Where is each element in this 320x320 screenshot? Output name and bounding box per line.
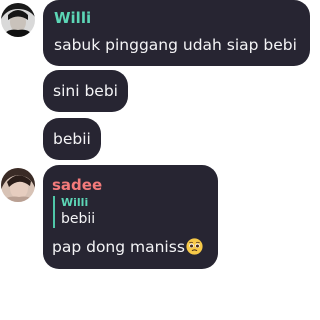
message-text-row: pap dong maniss [52,237,203,257]
message-text: pap dong maniss [52,238,185,256]
sender-name-sadee[interactable]: sadee [52,176,102,194]
message-text: bebii [53,130,91,148]
message-text: sabuk pinggang udah siap bebi [54,36,297,54]
reply-text: bebii [61,211,96,227]
avatar-sadee[interactable] [1,168,35,202]
message-bubble[interactable]: sadee Willi bebii pap dong maniss [43,165,218,269]
pleading-face-emoji [186,238,203,255]
profile-photo-icon [1,3,35,37]
avatar-willi[interactable] [1,3,35,37]
message-bubble[interactable]: Willi sabuk pinggang udah siap bebi [43,0,310,66]
profile-photo-icon [1,168,35,202]
reply-sender-name: Willi [61,196,89,209]
reply-quote[interactable]: Willi bebii [53,196,95,228]
message-bubble[interactable]: bebii [43,118,101,160]
sender-name-willi[interactable]: Willi [54,9,91,27]
chat-view: Willi sabuk pinggang udah siap bebi sini… [0,0,310,320]
message-text: sini bebi [53,82,118,100]
message-bubble[interactable]: sini bebi [43,70,128,112]
